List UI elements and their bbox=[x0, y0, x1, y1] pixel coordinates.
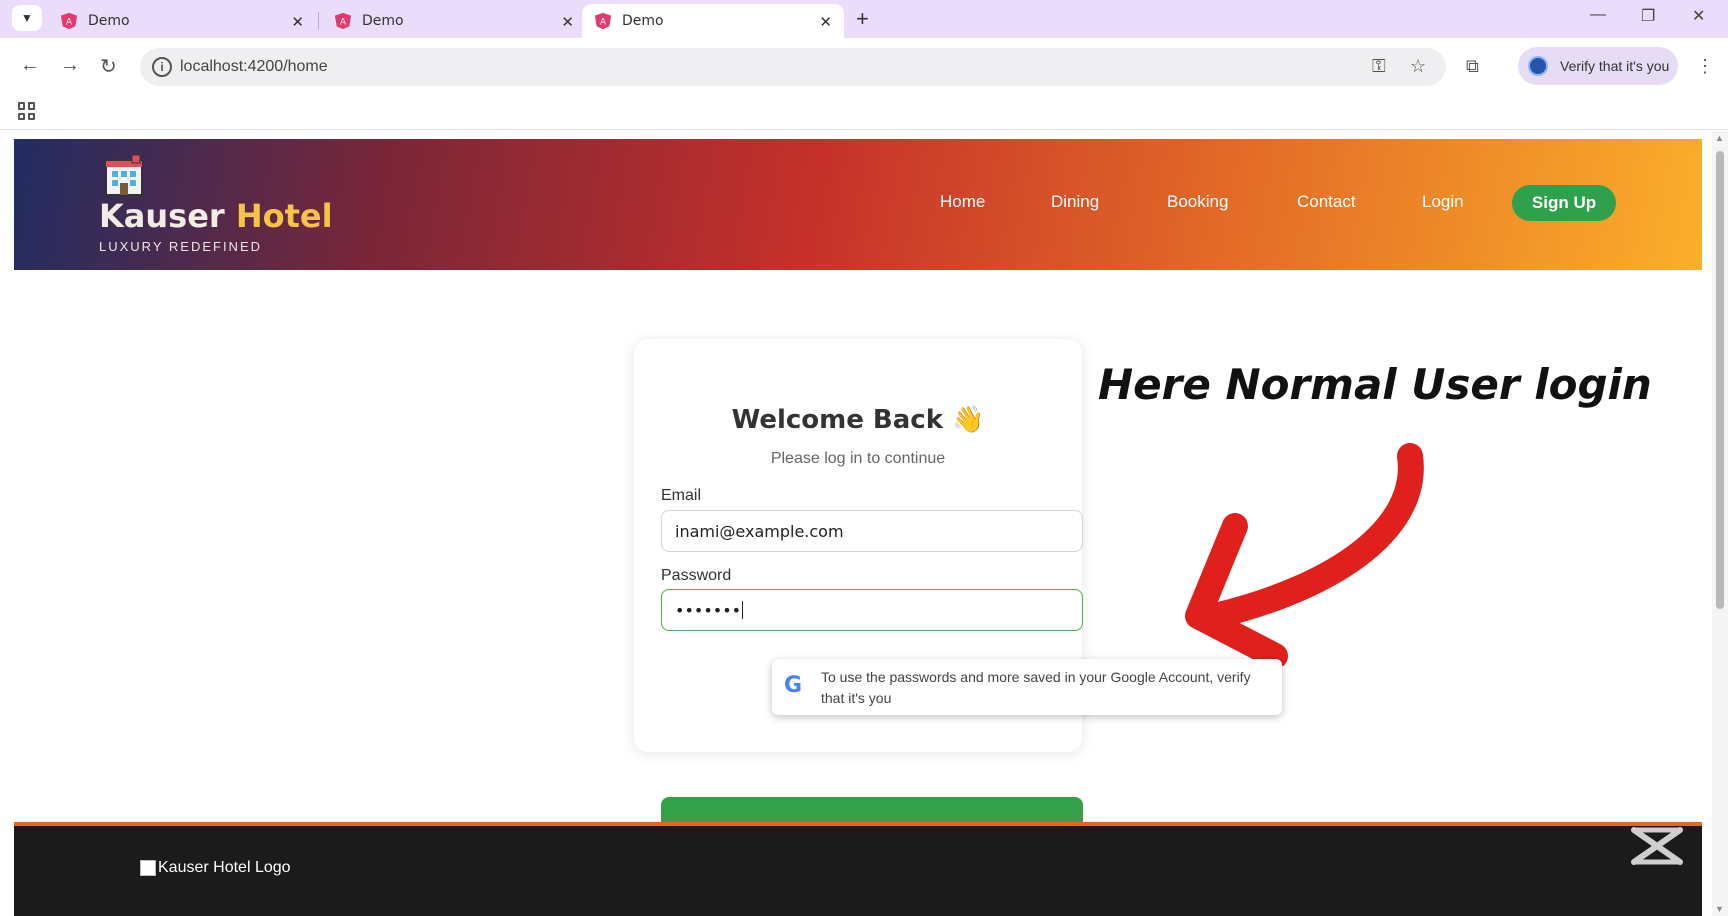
brand-name[interactable]: Kauser Hotel bbox=[99, 197, 333, 235]
password-field[interactable]: ••••••• bbox=[661, 589, 1083, 631]
address-bar[interactable]: i localhost:4200/home bbox=[140, 48, 1446, 86]
tab-title: Demo bbox=[362, 13, 404, 29]
email-field[interactable]: inami@example.com bbox=[661, 510, 1083, 552]
new-tab-button[interactable]: + bbox=[856, 6, 869, 32]
angular-icon: A bbox=[334, 12, 352, 30]
email-label: Email bbox=[661, 487, 702, 504]
minimize-icon[interactable]: — bbox=[1590, 6, 1606, 24]
angular-icon: A bbox=[594, 12, 612, 30]
password-key-icon[interactable]: ⚿ bbox=[1372, 56, 1386, 77]
reload-icon[interactable]: ↻ bbox=[100, 54, 117, 79]
footer-logo: Kauser Hotel Logo bbox=[140, 859, 291, 877]
nav-login[interactable]: Login bbox=[1422, 192, 1464, 212]
page-viewport: Kauser Hotel LUXURY REDEFINED Home Dinin… bbox=[0, 131, 1712, 916]
chevron-down-icon: ▼ bbox=[21, 11, 33, 25]
browser-tab-2[interactable]: A Demo ✕ bbox=[322, 4, 586, 38]
avatar bbox=[1528, 56, 1548, 76]
hotel-icon bbox=[105, 154, 143, 196]
footer-logo-alt: Kauser Hotel Logo bbox=[158, 859, 291, 876]
google-icon: G bbox=[784, 673, 803, 698]
site-header: Kauser Hotel LUXURY REDEFINED Home Dinin… bbox=[14, 139, 1702, 270]
nav-home[interactable]: Home bbox=[940, 192, 985, 212]
google-popup-text: To use the passwords and more saved in y… bbox=[821, 669, 1251, 706]
site-footer: Kauser Hotel Logo bbox=[14, 822, 1702, 916]
back-icon[interactable]: ← bbox=[20, 54, 40, 77]
signup-button[interactable]: Sign Up bbox=[1512, 185, 1616, 221]
close-icon[interactable]: ✕ bbox=[291, 13, 304, 31]
scroll-down-icon[interactable]: ▼ bbox=[1715, 904, 1724, 914]
annotation-text: Here Normal User login bbox=[1098, 360, 1652, 409]
nav-contact[interactable]: Contact bbox=[1297, 192, 1356, 212]
close-icon[interactable]: ✕ bbox=[819, 13, 832, 31]
angular-icon: A bbox=[60, 12, 78, 30]
tab-title: Demo bbox=[622, 13, 664, 29]
menu-kebab-icon[interactable]: ⋮ bbox=[1696, 56, 1714, 77]
page-scrollbar[interactable]: ▲ ▼ bbox=[1712, 131, 1728, 916]
tab-separator bbox=[318, 12, 319, 30]
scroll-up-icon[interactable]: ▲ bbox=[1715, 133, 1724, 143]
restore-icon[interactable]: ❐ bbox=[1641, 6, 1655, 26]
bookmark-star-icon[interactable]: ☆ bbox=[1410, 56, 1426, 77]
close-icon[interactable]: ✕ bbox=[561, 13, 574, 31]
apps-grid-icon[interactable] bbox=[18, 102, 36, 120]
browser-tab-3-active[interactable]: A Demo ✕ bbox=[582, 4, 844, 38]
annotation-arrow-icon bbox=[1185, 443, 1424, 666]
email-value: inami@example.com bbox=[675, 521, 844, 541]
google-password-popup[interactable]: G To use the passwords and more saved in… bbox=[772, 659, 1282, 715]
password-value: ••••••• bbox=[675, 600, 742, 620]
nav-dining[interactable]: Dining bbox=[1051, 192, 1099, 212]
tab-strip: ▼ A Demo ✕ A Demo ✕ A Demo ✕ + — ❐ ✕ bbox=[0, 0, 1728, 38]
forward-icon[interactable]: → bbox=[60, 54, 80, 77]
brand-tagline: LUXURY REDEFINED bbox=[99, 239, 262, 254]
browser-tab-1[interactable]: A Demo ✕ bbox=[48, 4, 316, 38]
text-cursor bbox=[742, 601, 744, 619]
broken-image-icon bbox=[140, 860, 156, 876]
scrollbar-thumb[interactable] bbox=[1716, 151, 1724, 609]
svg-text:A: A bbox=[600, 18, 607, 28]
svg-text:A: A bbox=[340, 18, 347, 28]
extensions-icon[interactable]: ⧉ bbox=[1466, 56, 1479, 77]
window-close-icon[interactable]: ✕ bbox=[1692, 6, 1705, 26]
login-subtitle: Please log in to continue bbox=[770, 450, 946, 467]
profile-label: Verify that it's you bbox=[1560, 58, 1670, 74]
profile-verify-button[interactable]: Verify that it's you bbox=[1518, 47, 1678, 85]
password-label: Password bbox=[661, 567, 732, 584]
nav-booking[interactable]: Booking bbox=[1167, 192, 1228, 212]
login-title: Welcome Back 👋 bbox=[731, 405, 985, 435]
url-text: localhost:4200/home bbox=[180, 58, 328, 75]
capcut-watermark-icon bbox=[1631, 827, 1683, 865]
bookmarks-bar bbox=[0, 94, 1728, 130]
tab-search-button[interactable]: ▼ bbox=[12, 5, 42, 31]
svg-text:A: A bbox=[66, 18, 73, 28]
tab-title: Demo bbox=[88, 13, 130, 29]
site-info-icon[interactable]: i bbox=[152, 57, 172, 77]
